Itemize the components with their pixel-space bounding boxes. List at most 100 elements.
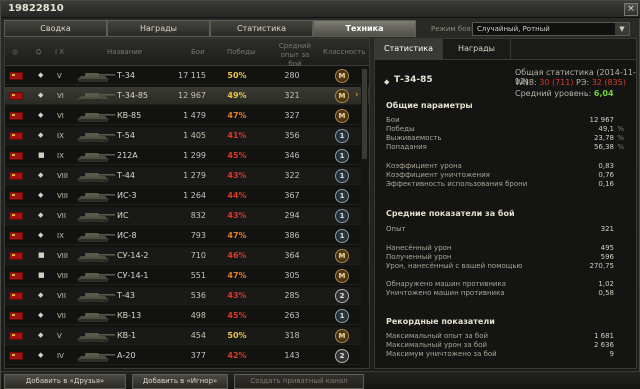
stat-label: Уничтожено машин противника [386,289,505,297]
table-row[interactable]: ◆ VII Т-43 536 43% 285 2 [5,287,369,305]
mastery-column-header[interactable]: Классность [323,48,365,56]
table-row[interactable]: ◆ V Т-34 17 115 50% 280 M [5,67,369,85]
exp-column-header[interactable]: Средний опыт за бой [275,42,315,69]
details-tab-awards[interactable]: Награды [443,39,511,60]
vehicle-name: КВ-1 [117,331,137,340]
vehicle-type-icon: ■ [38,151,45,159]
ussr-flag-icon [9,72,23,80]
vehicle-avg-exp: 321 [284,91,300,100]
tab-awards[interactable]: Награды [107,20,210,37]
table-row[interactable]: ◆ VIII Т-44 1 279 43% 322 1 [5,167,369,185]
table-row[interactable]: ■ VIII СУ-14-2 710 46% 364 M [5,247,369,265]
stat-label: Эффективность использования брони [386,180,528,188]
tier-column-header[interactable]: I X [55,48,64,56]
stat-label: Коэффициент урона [386,162,462,170]
scrollbar-thumb[interactable] [362,69,367,159]
tank-image [75,149,117,163]
vehicle-table: ◎ ⛭ I X Название Бои Победы Средний опыт… [4,38,370,369]
vehicle-winrate: 47% [227,111,247,120]
table-row[interactable]: ◆ VI Т-34-85 12 967 49% 321 M › [5,87,369,105]
details-tab-statistics[interactable]: Статистика [375,39,443,60]
mastery-badge-icon: 1 [335,169,349,183]
stat-label: Выживаемость [386,134,442,142]
vehicle-battles: 551 [190,271,206,280]
tab-vehicles[interactable]: Техника [313,20,416,37]
type-sort-icon[interactable]: ⛭ [36,48,42,57]
table-row[interactable]: ■ IX 212А 1 299 45% 346 1 [5,147,369,165]
vehicle-avg-exp: 294 [284,211,300,220]
vehicle-avg-exp: 322 [284,171,300,180]
stat-value: 0,76 [598,171,614,179]
vehicle-type-icon: ◆ [38,91,44,99]
create-channel-button[interactable]: Создать приватный канал [234,374,364,389]
mastery-badge-icon: M [335,69,349,83]
battle-mode-dropdown[interactable]: Случайный, Ротный ▼ [472,22,630,36]
type-icon: ◆ [384,78,390,86]
vehicle-winrate: 43% [227,211,247,220]
ussr-flag-icon [9,152,23,160]
tab-statistics[interactable]: Статистика [210,20,313,37]
re-extra: (835) [604,78,626,87]
vehicle-avg-exp: 386 [284,231,300,240]
tab-summary[interactable]: Сводка [4,20,107,37]
table-row[interactable]: ◆ VII ИС 832 43% 294 1 [5,207,369,225]
vehicle-winrate: 45% [227,151,247,160]
add-friend-button[interactable]: Добавить в «Друзья» [4,374,126,389]
vehicle-avg-exp: 367 [284,191,300,200]
tank-image [75,269,117,283]
wn8-value: 30 [539,78,550,87]
vehicle-tier: VIII [57,192,68,200]
stat-label: Максимум уничтожено за бой [386,350,497,358]
vehicle-winrate: 45% [227,311,247,320]
mastery-badge-icon: 1 [335,149,349,163]
vehicle-type-icon: ◆ [38,211,44,219]
table-row[interactable]: ◆ VIII ИС-3 1 264 44% 367 1 [5,187,369,205]
tank-image [75,229,117,243]
stat-label: Обнаружено машин противника [386,280,507,288]
battle-mode-label: Режим боя: [431,25,474,33]
ussr-flag-icon [9,292,23,300]
vehicle-winrate: 50% [227,71,247,80]
table-row[interactable]: ◆ IV А-20 377 42% 143 2 [5,347,369,365]
title-bar[interactable]: 19822810 × [1,1,640,18]
nation-sort-icon[interactable]: ◎ [12,48,18,56]
vehicle-type-icon: ◆ [38,131,44,139]
wins-column-header[interactable]: Победы [227,48,256,56]
table-row[interactable]: ◆ VII КВ-13 498 45% 263 1 [5,307,369,325]
table-row[interactable]: ◆ V КВ-1 454 50% 318 M [5,327,369,345]
table-row[interactable]: ◆ VI КВ-85 1 479 47% 327 M [5,107,369,125]
vehicle-type-icon: ◆ [38,231,44,239]
mastery-badge-icon: M [335,89,349,103]
ussr-flag-icon [9,252,23,260]
add-ignore-button[interactable]: Добавить в «Игнор» [132,374,228,389]
battles-column-header[interactable]: Бои [191,48,205,56]
table-row[interactable]: ■ VIII СУ-14-1 551 47% 305 M [5,267,369,285]
vehicle-tier: V [57,72,62,80]
rating-line: WN8: 30 (711) РЭ: 32 (835) [515,78,626,87]
table-scrollbar[interactable] [361,67,368,367]
vehicle-tier: IV [57,352,64,360]
vehicle-winrate: 42% [227,351,247,360]
stat-value: 49,1 [598,125,614,133]
section-per-battle: Средние показатели за бой [386,209,515,218]
table-row[interactable]: ◆ IX Т-54 1 405 41% 356 1 [5,127,369,145]
vehicle-name: СУ-14-1 [117,271,149,280]
vehicle-type-icon: ◆ [38,111,44,119]
stat-label: Полученный урон [386,253,452,261]
vehicle-name: Т-34 [117,71,135,80]
re-label: РЭ: [576,78,590,87]
close-button[interactable]: × [624,3,638,16]
tank-image [75,249,117,263]
vehicle-tier: VIII [57,252,68,260]
vehicle-type-icon: ◆ [38,351,44,359]
vehicle-winrate: 47% [227,231,247,240]
tank-image [75,309,117,323]
table-row[interactable]: ◆ IX ИС-8 793 47% 386 1 [5,227,369,245]
name-column-header[interactable]: Название [107,48,142,56]
stat-label: Коэффициент уничтожения [386,171,490,179]
tank-image [75,329,117,343]
vehicle-avg-exp: 346 [284,151,300,160]
tank-image [75,189,117,203]
vehicle-winrate: 46% [227,251,247,260]
vehicle-winrate: 47% [227,271,247,280]
